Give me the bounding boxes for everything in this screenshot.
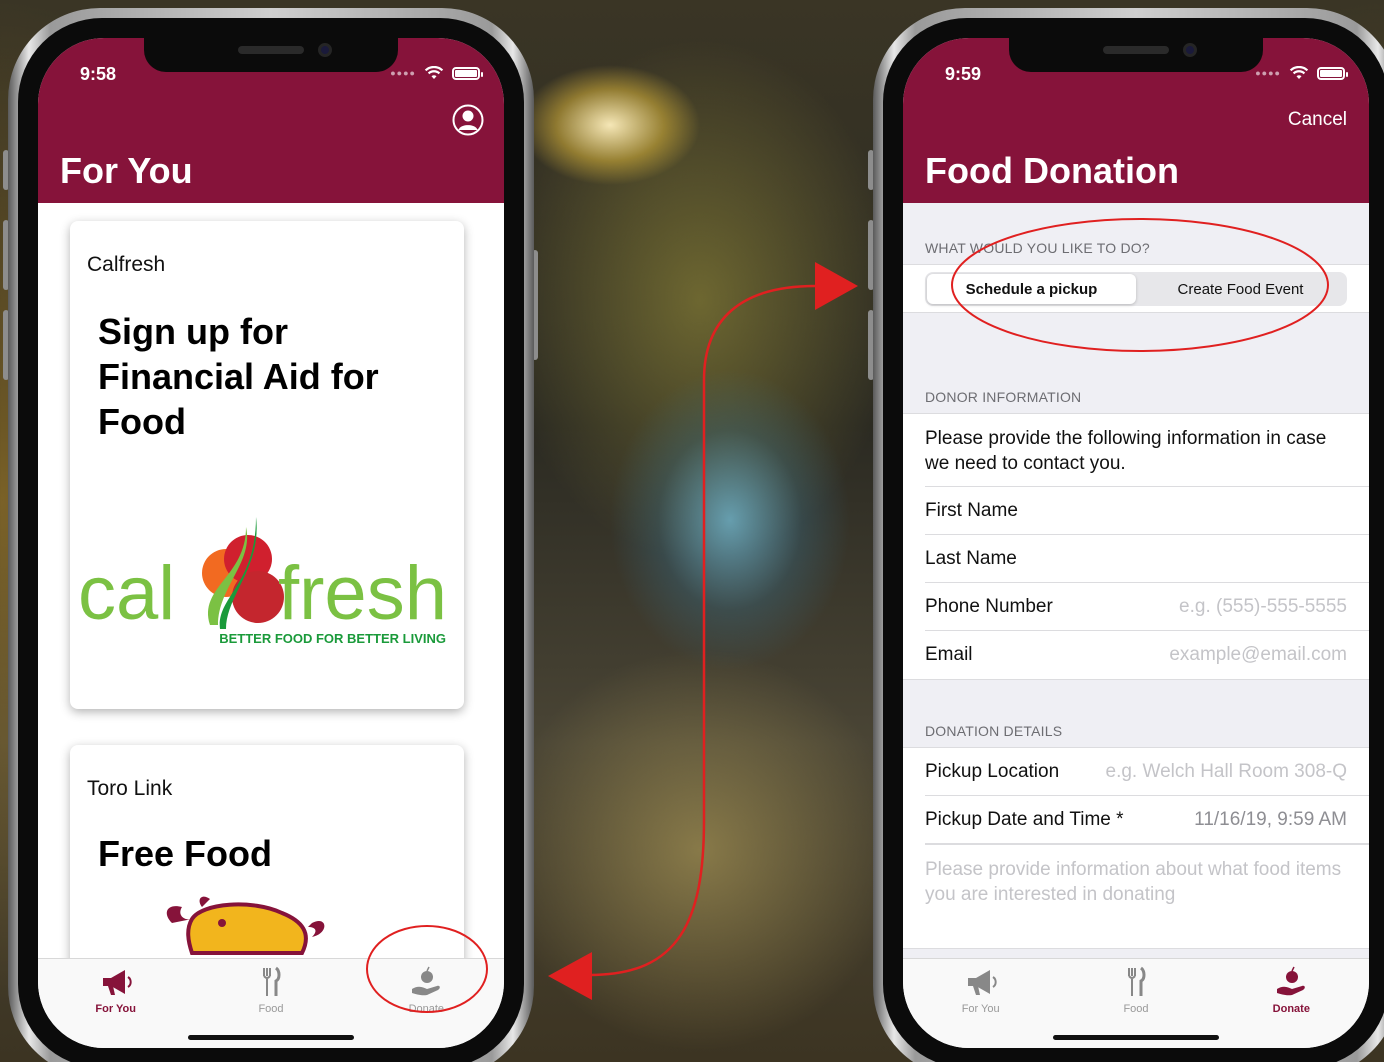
tab-label: Food <box>258 1003 284 1015</box>
first-name-field[interactable]: First Name <box>925 487 1369 535</box>
feed-card-toro-link[interactable]: Toro Link Free Food <box>70 745 464 958</box>
page-title: Food Donation <box>925 150 1179 191</box>
phone-number-field[interactable]: Phone Number e.g. (555)-555-5555 <box>925 583 1369 631</box>
tab-label: For You <box>95 1003 136 1015</box>
section-header-action: WHAT WOULD YOU LIKE TO DO? <box>925 240 1150 256</box>
tab-for-you[interactable]: For You <box>903 959 1058 1048</box>
section-header-donor: DONOR INFORMATION <box>925 389 1082 405</box>
tab-donate[interactable]: Donate <box>349 959 504 1048</box>
segment-create-food-event[interactable]: Create Food Event <box>1136 274 1345 304</box>
megaphone-icon <box>102 970 132 995</box>
for-you-screen: 9:58 ●●●● For You Calfresh Sign up for F… <box>38 38 504 1048</box>
pickup-location-field[interactable]: Pickup Location e.g. Welch Hall Room 308… <box>925 748 1369 796</box>
fork-knife-icon <box>1127 966 1146 996</box>
signal-icon: ●●●● <box>390 68 416 78</box>
status-icons: ●●●● <box>1255 66 1348 80</box>
notch <box>144 38 398 72</box>
donate-hand-apple-icon <box>1277 966 1306 996</box>
status-icons: ●●●● <box>390 66 483 80</box>
section-header-donation: DONATION DETAILS <box>925 723 1063 739</box>
donor-info-group: Please provide the following information… <box>903 413 1369 680</box>
tab-donate[interactable]: Donate <box>1214 959 1369 1048</box>
cancel-button[interactable]: Cancel <box>1288 109 1347 131</box>
tab-label: Donate <box>1272 1003 1310 1015</box>
field-label: Pickup Date and Time * <box>925 808 1124 830</box>
field-value: 11/16/19, 9:59 AM <box>1194 808 1347 830</box>
last-name-field[interactable]: Last Name <box>925 535 1369 583</box>
donate-hand-apple-icon <box>412 966 441 996</box>
wifi-icon <box>424 66 444 79</box>
status-time: 9:58 <box>80 64 117 84</box>
fork-knife-icon <box>262 966 281 996</box>
notch <box>1009 38 1263 72</box>
home-indicator <box>1053 1035 1219 1040</box>
card-heading: Free Food <box>98 833 273 874</box>
field-label: Pickup Location <box>925 760 1060 782</box>
tab-for-you[interactable]: For You <box>38 959 193 1048</box>
field-label: Last Name <box>925 547 1017 569</box>
annotation-arrow-right-icon <box>815 262 858 310</box>
annotation-arrow-path <box>589 284 816 977</box>
pickup-datetime-field[interactable]: Pickup Date and Time * 11/16/19, 9:59 AM <box>925 796 1369 844</box>
email-field[interactable]: Email example@email.com <box>925 631 1369 679</box>
segment-schedule-pickup[interactable]: Schedule a pickup <box>927 274 1136 304</box>
field-placeholder: example@email.com <box>1169 644 1347 665</box>
page-title: For You <box>60 150 193 191</box>
megaphone-icon <box>967 970 997 995</box>
tab-label: Food <box>1123 1003 1149 1015</box>
field-placeholder: e.g. (555)-555-5555 <box>1179 595 1347 617</box>
feed[interactable]: Calfresh Sign up for Financial Aid for F… <box>38 203 504 958</box>
card-subtitle: Calfresh <box>87 253 166 276</box>
feed-card-calfresh[interactable]: Calfresh Sign up for Financial Aid for F… <box>70 221 464 709</box>
card-heading: Sign up for Financial Aid for Food <box>98 311 379 442</box>
calfresh-logo-word-fresh: fresh <box>278 551 447 636</box>
calfresh-logo-word-cal: cal <box>78 551 175 636</box>
bull-logo <box>166 896 325 955</box>
action-segmented-control: Schedule a pickup Create Food Event <box>925 272 1347 306</box>
phone-right: 9:59 ●●●● Cancel Food Donation WHAT WOUL… <box>873 8 1384 1062</box>
donation-details-group: Pickup Location e.g. Welch Hall Room 308… <box>903 747 1369 949</box>
annotation-arrow-left-icon <box>548 952 592 1000</box>
food-donation-screen: 9:59 ●●●● Cancel Food Donation WHAT WOUL… <box>903 38 1369 1048</box>
tab-label: For You <box>961 1003 1000 1015</box>
calfresh-logo: cal fresh BETTER FOOD FOR BETTER LIVING <box>78 517 447 646</box>
calfresh-tagline: BETTER FOOD FOR BETTER LIVING <box>219 631 446 646</box>
field-label: Phone Number <box>925 595 1053 617</box>
card-subtitle: Toro Link <box>87 777 173 800</box>
home-indicator <box>188 1035 354 1040</box>
food-items-textarea[interactable]: Please provide information about what fo… <box>925 844 1369 948</box>
wifi-icon <box>1289 66 1309 79</box>
field-label: First Name <box>925 499 1018 521</box>
signal-icon: ●●●● <box>1255 68 1281 78</box>
field-placeholder: e.g. Welch Hall Room 308-Q <box>1105 760 1347 782</box>
status-time: 9:59 <box>945 64 982 84</box>
donation-form[interactable]: WHAT WOULD YOU LIKE TO DO? Schedule a pi… <box>903 203 1369 958</box>
person-circle-icon[interactable] <box>452 104 484 136</box>
action-segment-row: Schedule a pickup Create Food Event <box>903 264 1369 313</box>
donor-info-text: Please provide the following information… <box>925 414 1369 487</box>
phone-left: 9:58 ●●●● For You Calfresh Sign up for F… <box>8 8 534 1062</box>
field-label: Email <box>925 644 973 665</box>
battery-icon <box>452 66 483 80</box>
tab-label: Donate <box>408 1003 445 1015</box>
battery-icon <box>1317 66 1348 80</box>
